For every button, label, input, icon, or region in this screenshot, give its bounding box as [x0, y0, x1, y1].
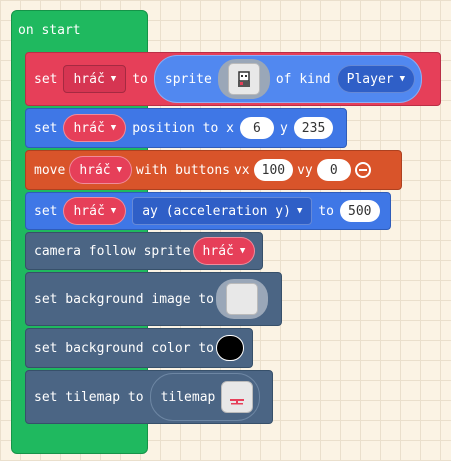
- acceleration-input[interactable]: 500: [340, 200, 380, 222]
- variable-dropdown[interactable]: hráč ▼: [192, 237, 256, 265]
- sprite-image-icon: [227, 63, 260, 95]
- set-background-image-block[interactable]: set background image to: [25, 272, 282, 326]
- kind-dropdown[interactable]: Player ▼: [336, 65, 416, 93]
- of-kind-keyword: of kind: [275, 71, 331, 87]
- caret-down-icon: ▼: [110, 123, 117, 133]
- set-keyword: set: [34, 203, 58, 219]
- caret-down-icon: ▼: [110, 74, 117, 84]
- variable-dropdown[interactable]: hráč ▼: [63, 65, 127, 93]
- set-acceleration-block[interactable]: set hráč ▼ ay (acceleration y) ▼ to 500: [25, 192, 391, 230]
- sprite-image-picker[interactable]: [217, 59, 270, 99]
- on-start-label: on start: [18, 23, 81, 38]
- set-background-color-label: set background color to: [34, 340, 215, 356]
- set-background-image-label: set background image to: [34, 291, 215, 307]
- caret-down-icon: ▼: [116, 165, 123, 175]
- to-keyword: to: [318, 203, 335, 219]
- caret-down-icon: ▼: [296, 206, 303, 216]
- vx-label: vx: [233, 162, 250, 178]
- variable-dropdown[interactable]: hráč ▼: [63, 114, 127, 142]
- position-to-x-label: position to x: [132, 120, 234, 136]
- set-sprite-block[interactable]: set hráč ▼ to sprite of kind Player ▼: [25, 52, 441, 106]
- x-input[interactable]: 6: [239, 117, 274, 139]
- tilemap-keyword: tilemap: [160, 389, 216, 405]
- sprite-of-kind-block[interactable]: sprite of kind Player ▼: [153, 55, 423, 103]
- background-image-picker[interactable]: [216, 279, 269, 319]
- variable-dropdown[interactable]: hráč ▼: [63, 197, 127, 225]
- kind-value: Player: [346, 71, 394, 87]
- sprite-keyword: sprite: [164, 71, 212, 87]
- set-keyword: set: [34, 120, 58, 136]
- property-value: ay (acceleration y): [142, 203, 291, 219]
- color-swatch[interactable]: [216, 335, 244, 361]
- variable-name: hráč: [79, 162, 111, 178]
- variable-name: hráč: [73, 71, 105, 87]
- y-label: y: [279, 120, 288, 136]
- caret-down-icon: ▼: [399, 74, 406, 84]
- variable-name: hráč: [73, 120, 105, 136]
- property-dropdown[interactable]: ay (acceleration y) ▼: [132, 197, 313, 225]
- with-buttons-label: with buttons: [136, 162, 230, 178]
- image-icon: [226, 283, 259, 315]
- set-position-block[interactable]: set hráč ▼ position to x 6 y 235: [25, 108, 347, 148]
- variable-name: hráč: [73, 203, 105, 219]
- set-tilemap-label: set tilemap to: [34, 389, 144, 405]
- variable-name: hráč: [202, 243, 234, 259]
- move-with-buttons-block[interactable]: move hráč ▼ with buttons vx 100 vy 0: [25, 150, 402, 190]
- camera-follow-block[interactable]: camera follow sprite hráč ▼: [25, 232, 263, 270]
- tilemap-image-icon: [221, 381, 254, 413]
- camera-follow-label: camera follow sprite: [34, 243, 191, 259]
- vy-label: vy: [297, 162, 313, 178]
- caret-down-icon: ▼: [239, 246, 246, 256]
- set-background-color-block[interactable]: set background color to: [25, 328, 253, 368]
- to-keyword: to: [132, 71, 148, 87]
- caret-down-icon: ▼: [110, 206, 117, 216]
- move-keyword: move: [34, 162, 66, 178]
- minus-circle-icon[interactable]: [354, 162, 371, 178]
- set-keyword: set: [34, 71, 58, 87]
- y-input[interactable]: 235: [293, 117, 334, 139]
- set-tilemap-block[interactable]: set tilemap to tilemap: [25, 370, 273, 424]
- variable-dropdown[interactable]: hráč ▼: [69, 156, 133, 184]
- vy-input[interactable]: 0: [316, 159, 351, 181]
- vx-input[interactable]: 100: [253, 159, 294, 181]
- tilemap-picker[interactable]: tilemap: [149, 373, 261, 421]
